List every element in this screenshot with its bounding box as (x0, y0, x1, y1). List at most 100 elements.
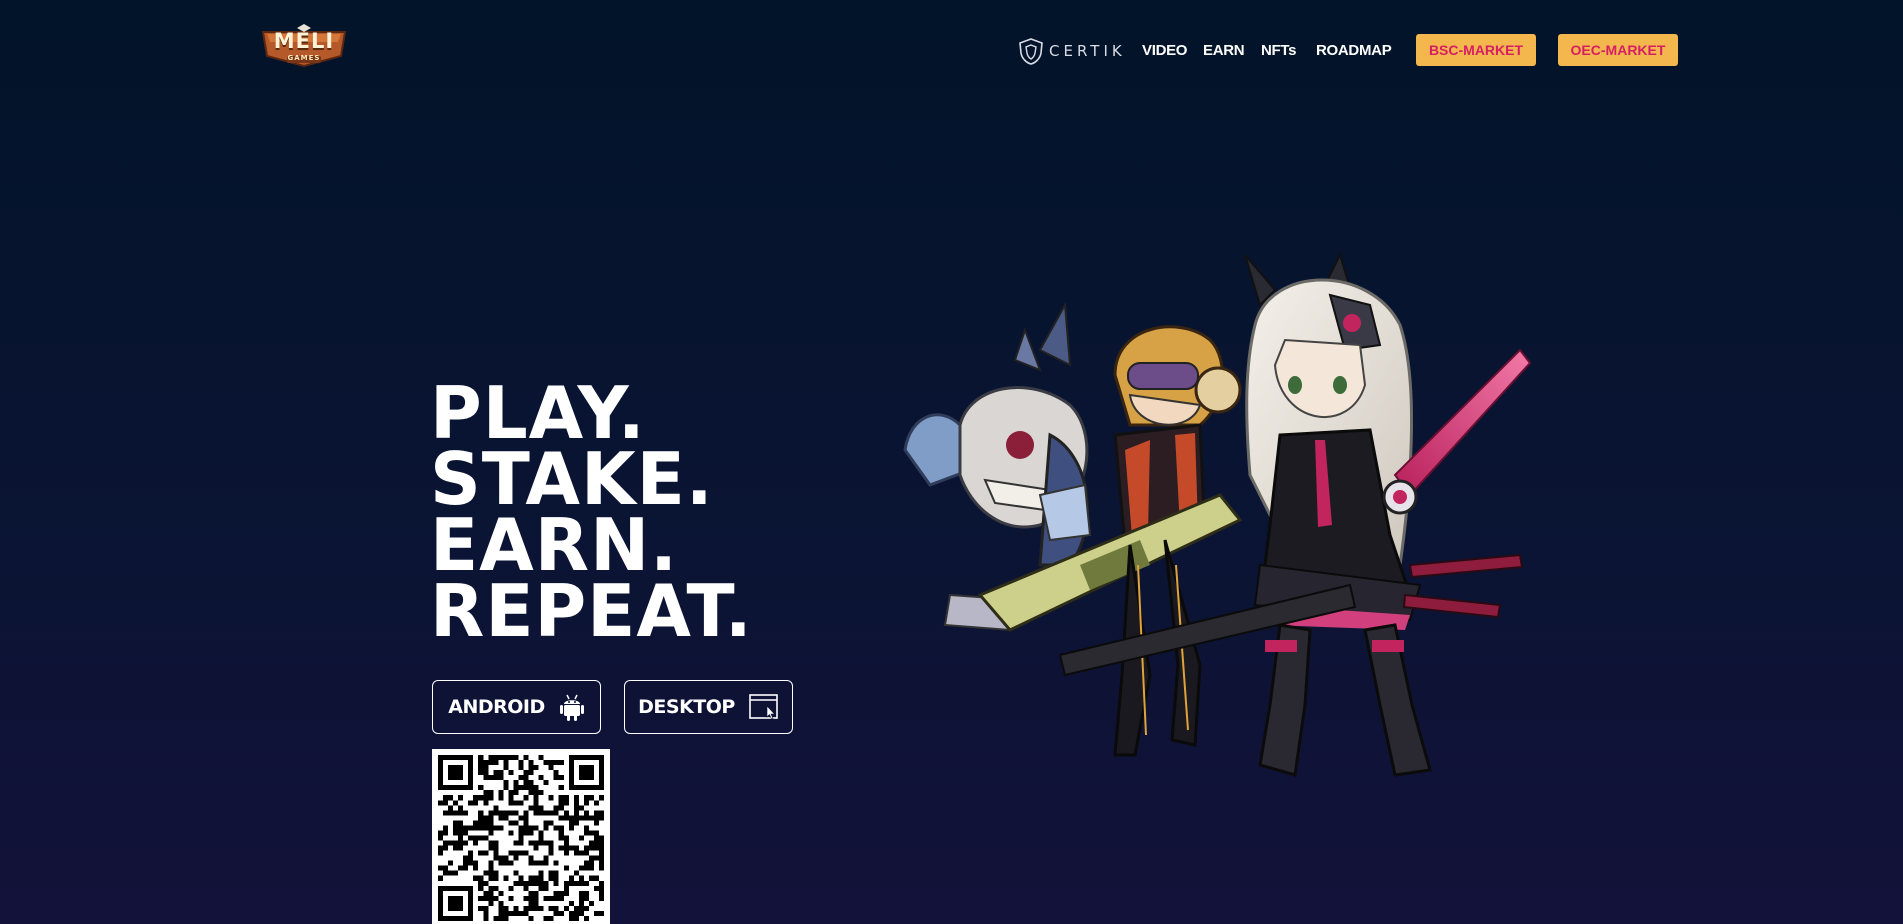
qr-module (478, 880, 484, 886)
qr-module (523, 775, 529, 781)
qr-module (498, 795, 504, 801)
desktop-download-button[interactable]: DESKTOP (624, 680, 793, 734)
qr-module (488, 895, 494, 901)
qr-module (573, 880, 579, 886)
qr-module (578, 875, 584, 881)
qr-module (528, 880, 534, 886)
qr-module (498, 860, 504, 866)
qr-module (598, 860, 604, 866)
qr-module (488, 845, 494, 851)
qr-module (483, 790, 489, 796)
qr-module (578, 900, 584, 906)
qr-module (553, 875, 559, 881)
qr-module (508, 755, 514, 761)
qr-module (528, 840, 534, 846)
qr-module (538, 775, 544, 781)
qr-module (513, 880, 519, 886)
qr-module (538, 835, 544, 841)
qr-module (533, 900, 539, 906)
certik-link[interactable]: CERTIK (1019, 36, 1126, 66)
nav-video[interactable]: VIDEO (1142, 42, 1187, 59)
android-label: ANDROID (448, 696, 545, 718)
qr-module (563, 835, 569, 841)
qr-module (523, 815, 529, 821)
qr-module (458, 805, 464, 811)
qr-module (558, 830, 564, 836)
nav-earn[interactable]: EARN (1203, 42, 1245, 59)
qr-module (483, 895, 489, 901)
qr-module (448, 805, 454, 811)
qr-module (458, 865, 464, 871)
qr-module (593, 820, 599, 826)
qr-module (573, 805, 579, 811)
qr-module (473, 795, 479, 801)
qr-module (598, 835, 604, 841)
qr-module (533, 895, 539, 901)
qr-module (553, 890, 559, 896)
qr-module (443, 865, 449, 871)
qr-module (583, 865, 589, 871)
qr-module (458, 835, 464, 841)
qr-module (508, 885, 514, 891)
qr-module (493, 850, 499, 856)
qr-module (508, 770, 514, 776)
qr-module (533, 880, 539, 886)
qr-module (543, 855, 549, 861)
android-download-button[interactable]: ANDROID (432, 680, 601, 734)
qr-module (538, 885, 544, 891)
qr-module (553, 805, 559, 811)
qr-module (498, 905, 504, 911)
qr-module (443, 840, 449, 846)
qr-module (488, 795, 494, 801)
qr-module (518, 825, 524, 831)
qr-module (498, 770, 504, 776)
qr-module (548, 850, 554, 856)
qr-module (533, 805, 539, 811)
qr-module (528, 765, 534, 771)
nav-nfts[interactable]: NFTs (1261, 42, 1296, 59)
qr-module (538, 905, 544, 911)
qr-module (523, 810, 529, 816)
qr-module (588, 900, 594, 906)
nav-roadmap[interactable]: ROADMAP (1316, 42, 1392, 59)
meli-games-logo[interactable]: MELI GAMES (259, 22, 349, 70)
qr-module (503, 815, 509, 821)
qr-module (518, 910, 524, 916)
qr-module (528, 780, 534, 786)
qr-module (518, 765, 524, 771)
qr-module (543, 760, 549, 766)
qr-module (578, 815, 584, 821)
qr-module (553, 870, 559, 876)
qr-module (598, 890, 604, 896)
qr-module (493, 895, 499, 901)
qr-module (488, 825, 494, 831)
qr-module (543, 780, 549, 786)
qr-module (493, 870, 499, 876)
qr-module (518, 875, 524, 881)
qr-module (563, 795, 569, 801)
qr-module (573, 915, 579, 921)
qr-module (568, 915, 574, 921)
qr-module (523, 780, 529, 786)
qr-module (558, 800, 564, 806)
qr-module (548, 870, 554, 876)
oec-market-button[interactable]: OEC-MARKET (1558, 34, 1678, 66)
qr-module (568, 845, 574, 851)
qr-module (548, 915, 554, 921)
qr-module (498, 790, 504, 796)
qr-module (593, 885, 599, 891)
qr-module (513, 810, 519, 816)
bsc-market-button[interactable]: BSC-MARKET (1416, 34, 1536, 66)
qr-module (503, 755, 509, 761)
qr-module (493, 885, 499, 891)
qr-module (573, 910, 579, 916)
qr-module (448, 840, 454, 846)
qr-module (503, 910, 509, 916)
qr-module (463, 830, 469, 836)
qr-module (493, 840, 499, 846)
qr-module (563, 810, 569, 816)
qr-module (488, 755, 494, 761)
qr-module (563, 885, 569, 891)
qr-module (583, 860, 589, 866)
qr-module (543, 885, 549, 891)
